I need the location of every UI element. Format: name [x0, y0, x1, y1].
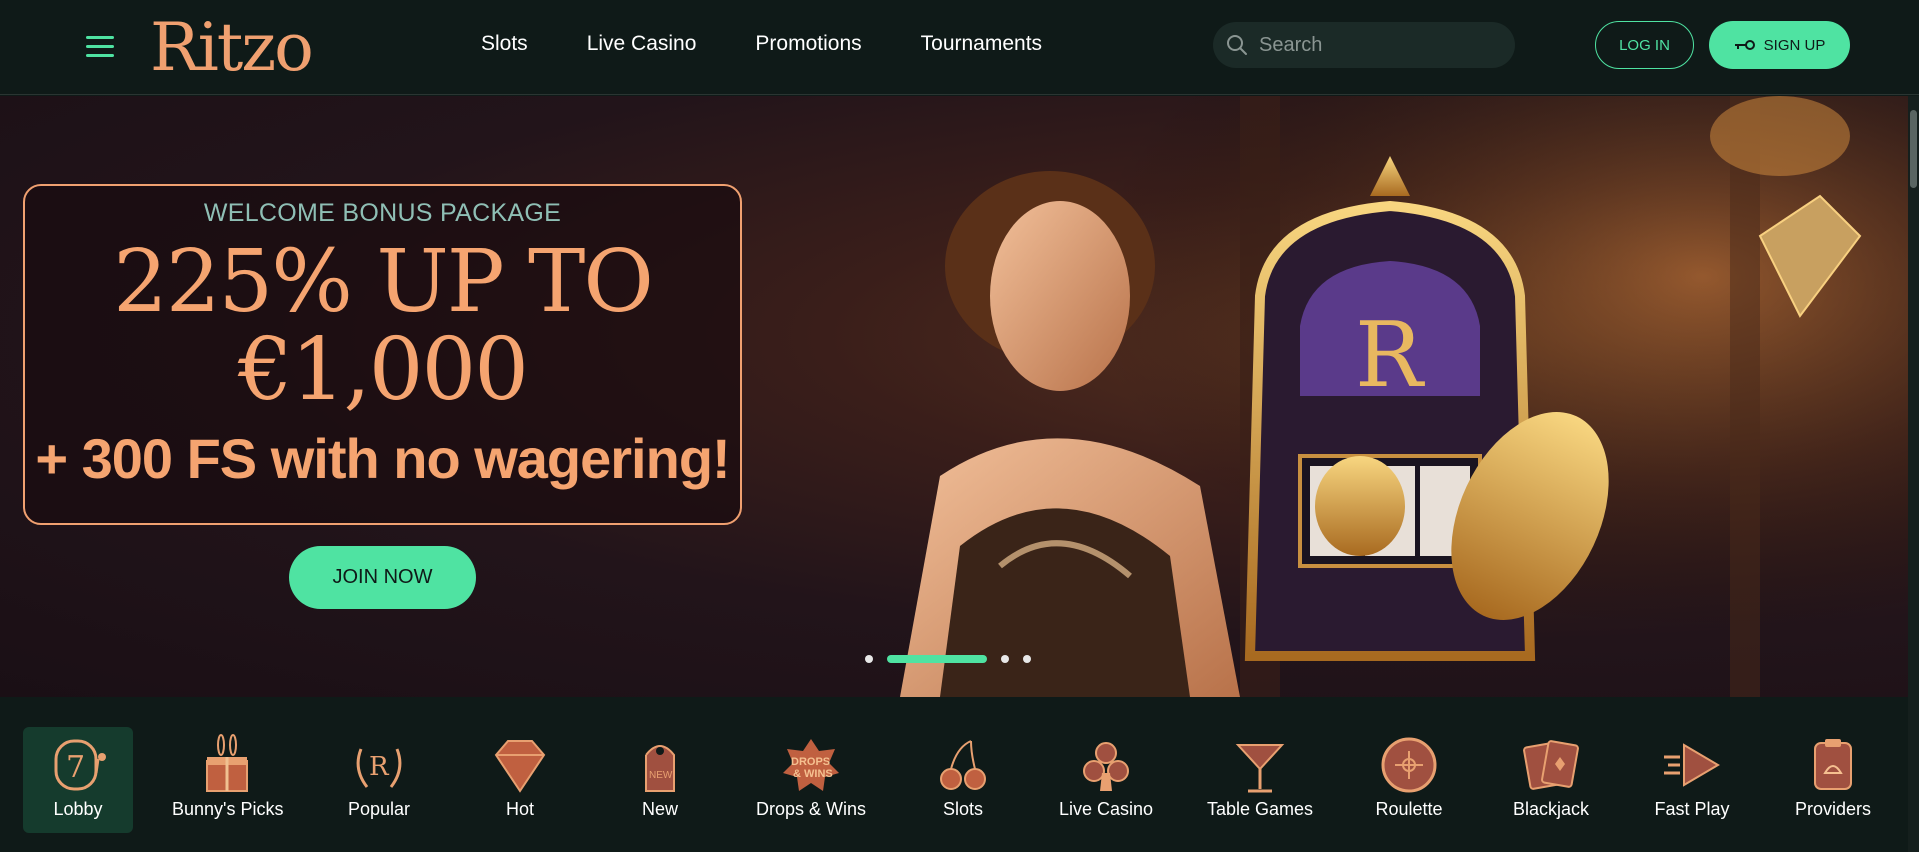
cocktail-icon: [1235, 744, 1285, 793]
key-icon: [1734, 40, 1755, 50]
category-label: Table Games: [1206, 799, 1314, 819]
svg-text:NEW: NEW: [649, 770, 673, 781]
login-button[interactable]: LOG IN: [1595, 21, 1694, 69]
providers-icon: [1814, 739, 1852, 790]
hero-illustration: R: [880, 96, 1908, 697]
category-lobby[interactable]: 7 Lobby: [23, 727, 133, 833]
roulette-icon: [1381, 737, 1437, 793]
category-label: Bunny's Picks: [172, 799, 284, 819]
category-hot[interactable]: Hot: [465, 727, 575, 833]
category-label: New: [641, 799, 678, 819]
join-now-button[interactable]: JOIN NOW: [289, 546, 476, 609]
signup-button[interactable]: SIGN UP: [1709, 21, 1850, 69]
category-bar: 7 Lobby Bunny's Picks R Popular Hot NEW …: [0, 697, 1908, 852]
signup-label: SIGN UP: [1763, 36, 1826, 54]
category-label: Lobby: [53, 799, 103, 819]
nav-slots[interactable]: Slots: [481, 30, 528, 58]
site-header: Ritzo Slots Live Casino Promotions Tourn…: [0, 0, 1919, 95]
category-bunnys-picks[interactable]: Bunny's Picks: [172, 727, 284, 833]
promo-subtitle: WELCOME BONUS PACKAGE: [203, 199, 562, 227]
menu-icon[interactable]: [86, 36, 114, 58]
category-slots[interactable]: Slots: [908, 727, 1018, 833]
category-new[interactable]: NEW New: [605, 727, 715, 833]
new-tag-icon: NEW: [645, 745, 675, 792]
bunny-gift-icon: [206, 734, 248, 792]
svg-text:DROPS: DROPS: [791, 756, 830, 768]
nav-tournaments[interactable]: Tournaments: [921, 30, 1042, 58]
nav-promotions[interactable]: Promotions: [755, 30, 861, 58]
promo-box: WELCOME BONUS PACKAGE 225% UP TO €1,000 …: [23, 184, 742, 525]
category-label: Fast Play: [1654, 799, 1730, 819]
category-table-games[interactable]: Table Games: [1205, 727, 1315, 833]
drops-wins-icon: DROPS& WINS: [783, 739, 839, 791]
carousel-dot-active[interactable]: [887, 655, 987, 663]
category-fast-play[interactable]: Fast Play: [1637, 727, 1747, 833]
promo-headline-line1: 225% UP TO: [113, 232, 654, 332]
category-roulette[interactable]: Roulette: [1354, 727, 1464, 833]
category-label: Hot: [505, 799, 534, 819]
category-label: Popular: [347, 799, 411, 819]
cherries-icon: [940, 740, 986, 790]
page-scrollbar[interactable]: [1908, 96, 1919, 852]
category-blackjack[interactable]: Blackjack: [1496, 727, 1606, 833]
club-icon: [1083, 742, 1129, 791]
category-label: Roulette: [1375, 799, 1443, 819]
scrollbar-thumb[interactable]: [1910, 110, 1917, 188]
site-logo[interactable]: Ritzo: [150, 8, 314, 88]
carousel-dot[interactable]: [865, 655, 873, 663]
svg-text:7: 7: [66, 750, 85, 785]
svg-text:R: R: [369, 752, 390, 782]
carousel-dot[interactable]: [1023, 655, 1031, 663]
search-icon: [1227, 35, 1247, 55]
hero-banner: R WELCOME BONUS PACKAGE 225% UP TO €1,00…: [0, 96, 1908, 697]
carousel-dots: [865, 655, 1031, 663]
category-label: Providers: [1794, 799, 1872, 819]
category-drops-wins[interactable]: DROPS & WINS Drops & Wins: [756, 727, 866, 833]
category-providers[interactable]: Providers: [1778, 727, 1888, 833]
search-box: [1213, 22, 1515, 68]
slot-seven-icon: 7: [54, 739, 106, 791]
main-nav: Slots Live Casino Promotions Tournaments: [481, 30, 1101, 58]
laurel-r-icon: R: [356, 748, 402, 788]
category-popular[interactable]: R Popular: [324, 727, 434, 833]
svg-text:R: R: [1355, 303, 1425, 408]
category-label: Drops & Wins: [756, 799, 867, 819]
promo-headline-line2: €1,000: [238, 320, 529, 420]
category-label: Slots: [942, 799, 984, 819]
fast-play-icon: [1664, 743, 1720, 787]
carousel-dot[interactable]: [1001, 655, 1009, 663]
diamond-icon: [494, 740, 546, 793]
search-input[interactable]: [1259, 33, 1499, 57]
promo-extra: + 300 FS with no wagering!: [35, 427, 730, 490]
cards-icon: [1523, 740, 1579, 790]
category-label: Live Casino: [1058, 799, 1154, 819]
category-label: Blackjack: [1512, 799, 1590, 819]
nav-live-casino[interactable]: Live Casino: [587, 30, 697, 58]
category-live-casino[interactable]: Live Casino: [1051, 727, 1161, 833]
svg-text:& WINS: & WINS: [793, 768, 833, 780]
